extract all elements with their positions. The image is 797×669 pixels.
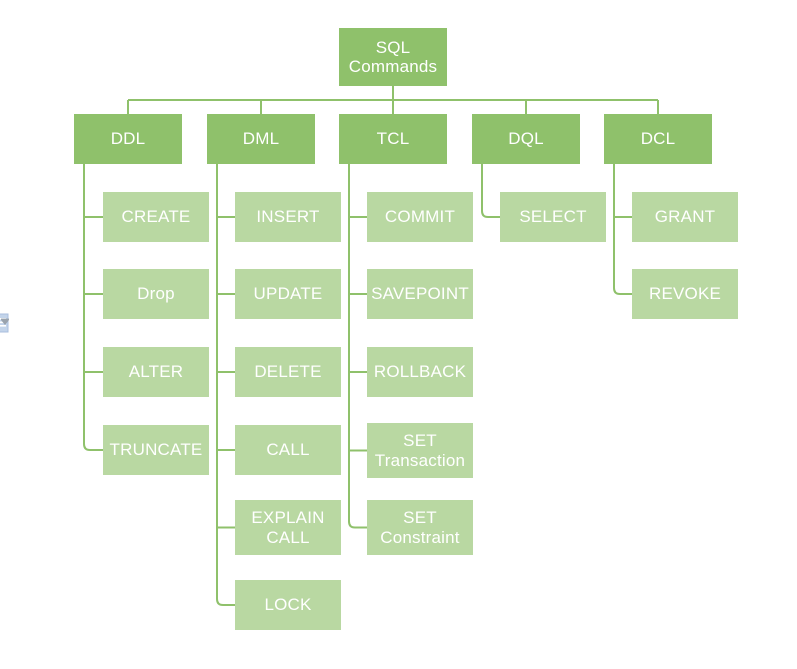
command-node-revoke[interactable]: REVOKE [632, 269, 738, 319]
category-node-dml[interactable]: DML [207, 114, 315, 164]
command-node-savepoint[interactable]: SAVEPOINT [367, 269, 473, 319]
category-node-dql[interactable]: DQL [472, 114, 580, 164]
command-node-grant[interactable]: GRANT [632, 192, 738, 242]
category-node-tcl[interactable]: TCL [339, 114, 447, 164]
command-node-explain-call[interactable]: EXPLAIN CALL [235, 500, 341, 555]
command-node-set-constraint[interactable]: SET Constraint [367, 500, 473, 555]
connector [481, 164, 500, 218]
category-node-dcl[interactable]: DCL [604, 114, 712, 164]
connector [348, 164, 367, 529]
command-node-lock[interactable]: LOCK [235, 580, 341, 630]
connector [83, 164, 103, 451]
paste-options-icon[interactable] [0, 313, 30, 337]
command-node-update[interactable]: UPDATE [235, 269, 341, 319]
command-node-call[interactable]: CALL [235, 425, 341, 475]
command-node-drop[interactable]: Drop [103, 269, 209, 319]
command-node-create[interactable]: CREATE [103, 192, 209, 242]
command-node-rollback[interactable]: ROLLBACK [367, 347, 473, 397]
command-node-insert[interactable]: INSERT [235, 192, 341, 242]
command-node-delete[interactable]: DELETE [235, 347, 341, 397]
command-node-commit[interactable]: COMMIT [367, 192, 473, 242]
connector [216, 164, 235, 606]
connector-lines [83, 86, 659, 606]
connector [613, 164, 632, 295]
command-node-select[interactable]: SELECT [500, 192, 606, 242]
command-node-set-transaction[interactable]: SET Transaction [367, 423, 473, 478]
command-node-alter[interactable]: ALTER [103, 347, 209, 397]
diagram-canvas: SQL Commands DDL CREATE Drop ALTER TRUNCATE DM… [0, 0, 797, 669]
root-node-sql-commands[interactable]: SQL Commands [339, 28, 447, 86]
category-node-ddl[interactable]: DDL [74, 114, 182, 164]
command-node-truncate[interactable]: TRUNCATE [103, 425, 209, 475]
